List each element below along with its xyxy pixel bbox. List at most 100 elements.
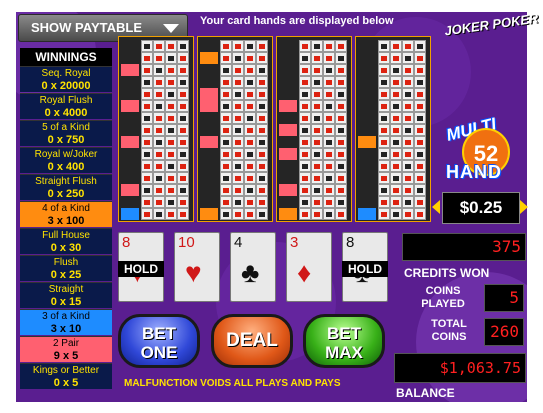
- mini-card: [311, 196, 323, 208]
- mini-card: [244, 100, 256, 112]
- paytable-hand-name: Royal w/Joker: [34, 149, 98, 160]
- mini-card: [335, 124, 347, 136]
- mini-hand-row: [121, 112, 191, 124]
- winning-hand-marker: [200, 100, 218, 112]
- mini-card: [414, 112, 426, 124]
- paytable-payout: 0 x 750: [47, 134, 85, 146]
- mini-card: [378, 76, 390, 88]
- winning-hand-marker: [200, 52, 218, 64]
- mini-card: [414, 196, 426, 208]
- mini-card: [390, 136, 402, 148]
- playing-card[interactable]: 3 ♦: [286, 232, 332, 302]
- mini-card: [244, 160, 256, 172]
- balance-label: BALANCE: [396, 386, 455, 400]
- mini-card: [311, 40, 323, 52]
- mini-hand-row: [279, 100, 349, 112]
- mini-card: [165, 160, 177, 172]
- mini-card: [232, 76, 244, 88]
- mini-hand-row: [358, 184, 428, 196]
- mini-card: [177, 172, 189, 184]
- mini-card: [402, 148, 414, 160]
- card-suit-icon: ♣: [241, 257, 260, 288]
- mini-card: [378, 100, 390, 112]
- mini-card: [220, 52, 232, 64]
- mini-card: [390, 196, 402, 208]
- playing-card[interactable]: 8♣HOLD: [342, 232, 388, 302]
- mini-card: [402, 184, 414, 196]
- paytable-row: Flush 0 x 25: [20, 255, 112, 281]
- paytable-hand-name: Straight Flush: [35, 176, 97, 187]
- playing-card[interactable]: 8♥HOLD: [118, 232, 164, 302]
- winning-hand-marker: [358, 136, 376, 148]
- mini-card: [244, 76, 256, 88]
- card-rank: 8: [346, 234, 355, 251]
- mini-card: [335, 208, 347, 220]
- paytable-row: Royal Flush 0 x 4000: [20, 93, 112, 119]
- mini-card: [153, 172, 165, 184]
- mini-card: [311, 112, 323, 124]
- winning-hand-marker: [121, 184, 139, 196]
- mini-hand-row: [279, 76, 349, 88]
- mini-hand-row: [121, 40, 191, 52]
- mini-card: [232, 148, 244, 160]
- mini-card: [299, 112, 311, 124]
- coins-played-label-text: COINS PLAYED: [421, 285, 465, 310]
- mini-card: [299, 124, 311, 136]
- mini-card: [390, 52, 402, 64]
- mini-card: [378, 136, 390, 148]
- mini-card: [232, 40, 244, 52]
- mini-card: [299, 64, 311, 76]
- paytable-row: Kings or Better 0 x 5: [20, 363, 112, 389]
- paytable-payout: 3 x 10: [50, 323, 82, 335]
- deal-button[interactable]: DEAL: [211, 314, 293, 368]
- mini-card: [256, 136, 268, 148]
- mini-card: [414, 40, 426, 52]
- mini-card: [378, 184, 390, 196]
- mini-hand-row: [358, 64, 428, 76]
- mini-card: [153, 112, 165, 124]
- mini-card: [414, 76, 426, 88]
- mini-card: [256, 172, 268, 184]
- mini-card: [165, 124, 177, 136]
- mini-card: [299, 76, 311, 88]
- bet-max-button[interactable]: BET MAX: [303, 314, 385, 368]
- denomination-increase-arrow[interactable]: [520, 200, 528, 214]
- bet-one-button[interactable]: BET ONE: [118, 314, 200, 368]
- total-coins-label-text: TOTAL COINS: [431, 318, 467, 343]
- paytable-hand-name: 5 of a Kind: [42, 122, 90, 133]
- mini-card: [299, 148, 311, 160]
- denomination-decrease-arrow[interactable]: [432, 200, 440, 214]
- mini-card: [335, 184, 347, 196]
- mini-card: [165, 208, 177, 220]
- mini-card: [165, 76, 177, 88]
- mini-hand-row: [279, 208, 349, 220]
- mini-hand-row: [200, 76, 270, 88]
- mini-hand-row: [121, 148, 191, 160]
- mini-hand-row: [279, 196, 349, 208]
- mini-card: [390, 100, 402, 112]
- winning-hand-marker: [279, 184, 297, 196]
- mini-card: [402, 124, 414, 136]
- paytable-hand-name: Straight: [48, 284, 84, 295]
- mini-card: [378, 172, 390, 184]
- mini-card: [402, 88, 414, 100]
- mini-card: [323, 208, 335, 220]
- winning-hand-marker: [279, 100, 297, 112]
- mini-card: [390, 172, 402, 184]
- mini-card: [335, 196, 347, 208]
- mini-card: [232, 136, 244, 148]
- mini-card: [232, 124, 244, 136]
- mini-card: [414, 88, 426, 100]
- mini-card: [256, 88, 268, 100]
- mini-hand-row: [358, 172, 428, 184]
- mini-card: [311, 88, 323, 100]
- mini-hand-row: [279, 88, 349, 100]
- mini-hand-row: [200, 100, 270, 112]
- playing-card[interactable]: 4 ♣: [230, 232, 276, 302]
- paytable-row: Straight Flush 0 x 250: [20, 174, 112, 200]
- mini-hand-row: [121, 100, 191, 112]
- mini-hand-row: [358, 88, 428, 100]
- mini-card: [153, 64, 165, 76]
- mini-card: [402, 208, 414, 220]
- playing-card[interactable]: 10 ♥: [174, 232, 220, 302]
